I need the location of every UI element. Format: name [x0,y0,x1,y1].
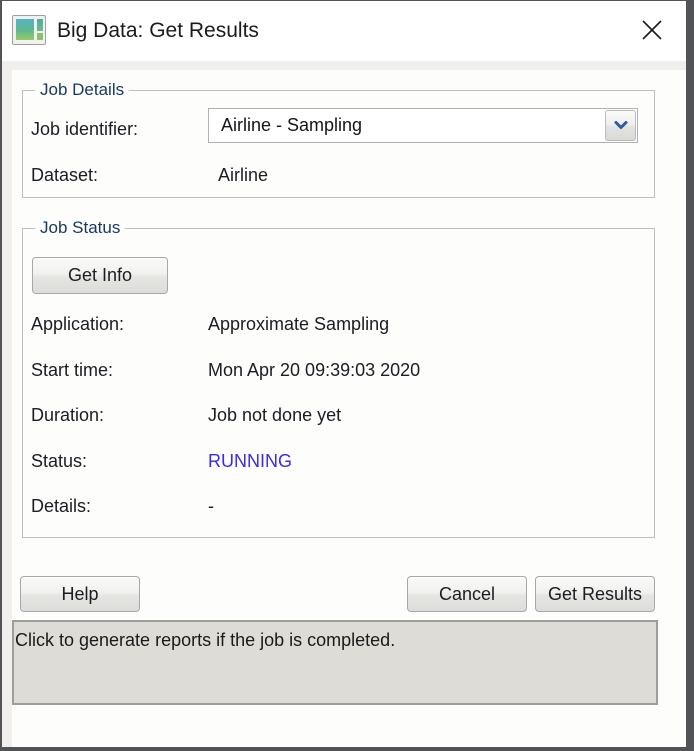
cancel-button[interactable]: Cancel [407,576,527,612]
status-message-text: Click to generate reports if the job is … [14,622,656,652]
dataset-value: Airline [218,164,268,186]
status-value: RUNNING [208,450,292,472]
dataset-label: Dataset: [31,164,98,186]
close-button[interactable] [630,9,674,51]
details-label: Details: [31,495,91,517]
details-value: - [208,495,214,517]
application-value: Approximate Sampling [208,313,389,335]
combobox-dropdown-button[interactable] [605,110,636,141]
get-info-button[interactable]: Get Info [32,257,168,294]
job-identifier-label: Job identifier: [31,118,138,140]
start-time-value: Mon Apr 20 09:39:03 2020 [208,359,420,381]
job-status-legend: Job Status [35,218,125,238]
application-label: Application: [31,313,124,335]
titlebar-divider [2,61,686,70]
left-gutter [2,61,12,747]
dialog-window: Big Data: Get Results Job Details Job id… [2,1,686,747]
status-label: Status: [31,450,87,472]
chevron-down-icon [614,121,628,130]
help-button[interactable]: Help [20,576,140,612]
start-time-label: Start time: [31,359,113,381]
duration-value: Job not done yet [208,404,341,426]
job-status-group: Job Status Get Info Application: Approxi… [22,228,655,538]
app-icon [12,15,46,45]
status-message-box: Click to generate reports if the job is … [12,620,658,705]
window-title: Big Data: Get Results [57,1,259,61]
duration-label: Duration: [31,404,104,426]
job-details-legend: Job Details [35,80,129,100]
job-identifier-combobox[interactable]: Airline - Sampling [208,108,638,143]
close-icon [641,19,663,41]
title-bar[interactable]: Big Data: Get Results [2,1,686,61]
get-results-button[interactable]: Get Results [535,576,655,612]
job-identifier-value: Airline - Sampling [221,109,362,142]
job-details-group: Job Details Job identifier: Airline - Sa… [22,90,655,198]
